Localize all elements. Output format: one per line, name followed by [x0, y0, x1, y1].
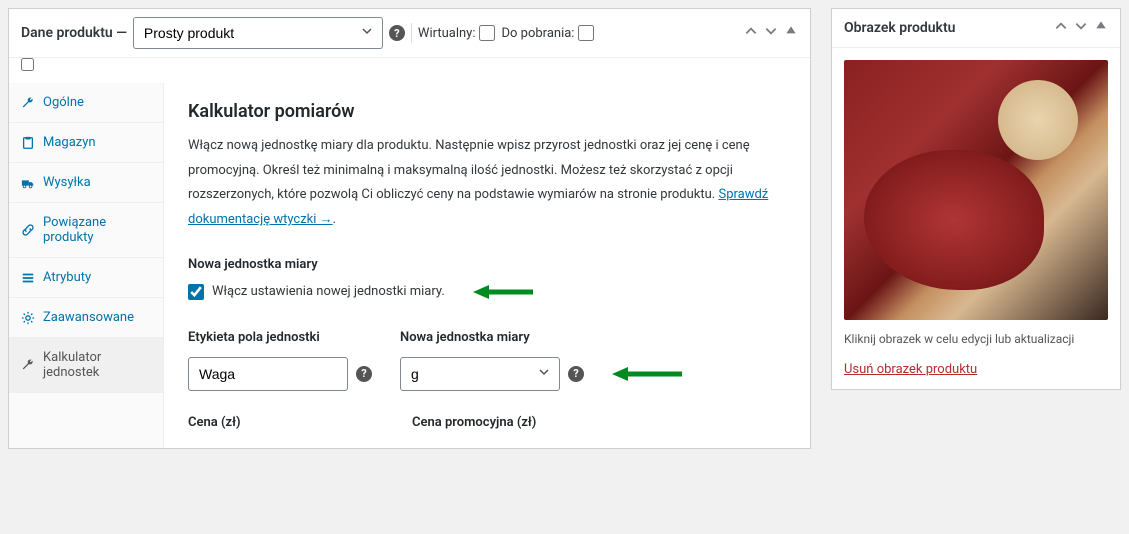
- panel-header: Dane produktu — Prosty produkt ? Wirtual…: [9, 9, 810, 58]
- new-unit-field-label: Nowa jednostka miary: [400, 330, 682, 345]
- wrench-icon: [21, 358, 35, 372]
- annotation-arrow-icon: [612, 366, 682, 382]
- extra-checkbox[interactable]: [21, 58, 34, 71]
- enable-new-unit-checkbox[interactable]: [188, 284, 204, 300]
- tab-unit-calculator[interactable]: Kalkulator jednostek: [9, 338, 163, 393]
- list-icon: [21, 271, 35, 285]
- content-description: Włącz nową jednostkę miary dla produktu.…: [188, 134, 786, 233]
- downloadable-checkbox-label: Do pobrania:: [501, 25, 594, 41]
- tab-content: Kalkulator pomiarów Włącz nową jednostkę…: [164, 83, 810, 448]
- price-label: Cena (zł): [188, 415, 384, 430]
- move-up-icon[interactable]: [1054, 19, 1068, 37]
- tab-shipping[interactable]: Wysyłka: [9, 163, 163, 203]
- tab-general[interactable]: Ogólne: [9, 83, 163, 123]
- tabs-sidebar: Ogólne Magazyn Wysyłka Powiązane produkt…: [9, 83, 164, 448]
- tab-linked-products[interactable]: Powiązane produkty: [9, 203, 163, 258]
- link-icon: [21, 223, 35, 237]
- separator: [411, 23, 412, 43]
- tab-advanced[interactable]: Zaawansowane: [9, 298, 163, 338]
- help-icon[interactable]: ?: [389, 25, 405, 41]
- tab-attributes[interactable]: Atrybuty: [9, 258, 163, 298]
- sidebar: Obrazek produktu Kliknij obrazek w celu …: [831, 8, 1121, 449]
- help-icon[interactable]: ?: [356, 366, 372, 382]
- move-down-icon[interactable]: [764, 24, 778, 42]
- annotation-arrow-icon: [473, 284, 533, 300]
- section-label-new-unit: Nowa jednostka miary: [188, 257, 786, 272]
- toggle-icon[interactable]: [784, 24, 798, 42]
- downloadable-checkbox[interactable]: [578, 25, 594, 41]
- move-down-icon[interactable]: [1074, 19, 1088, 37]
- remove-image-link[interactable]: Usuń obrazek produktu: [844, 362, 977, 377]
- product-image[interactable]: [844, 60, 1108, 320]
- truck-icon: [21, 176, 35, 190]
- content-heading: Kalkulator pomiarów: [188, 101, 786, 122]
- tab-inventory[interactable]: Magazyn: [9, 123, 163, 163]
- virtual-checkbox-label: Wirtualny:: [418, 25, 496, 41]
- product-image-metabox: Obrazek produktu Kliknij obrazek w celu …: [831, 8, 1121, 390]
- unit-label-input[interactable]: [188, 357, 348, 391]
- enable-new-unit-label: Włącz ustawienia nowej jednostki miary.: [212, 284, 445, 299]
- wrench-icon: [21, 96, 35, 110]
- product-data-panel: Dane produktu — Prosty produkt ? Wirtual…: [8, 8, 811, 449]
- unit-label-field-label: Etykieta pola jednostki: [188, 330, 372, 345]
- toggle-icon[interactable]: [1094, 19, 1108, 37]
- virtual-checkbox[interactable]: [479, 25, 495, 41]
- product-type-select[interactable]: Prosty produkt: [133, 17, 383, 49]
- new-unit-select[interactable]: g: [400, 357, 560, 391]
- promo-price-label: Cena promocyjna (zł): [412, 415, 608, 430]
- panel-title: Dane produktu —: [21, 25, 127, 41]
- gear-icon: [21, 311, 35, 325]
- metabox-title: Obrazek produktu: [844, 20, 1048, 36]
- help-icon[interactable]: ?: [568, 366, 584, 382]
- image-caption: Kliknij obrazek w celu edycji lub aktual…: [844, 330, 1108, 348]
- move-up-icon[interactable]: [744, 24, 758, 42]
- clipboard-icon: [21, 136, 35, 150]
